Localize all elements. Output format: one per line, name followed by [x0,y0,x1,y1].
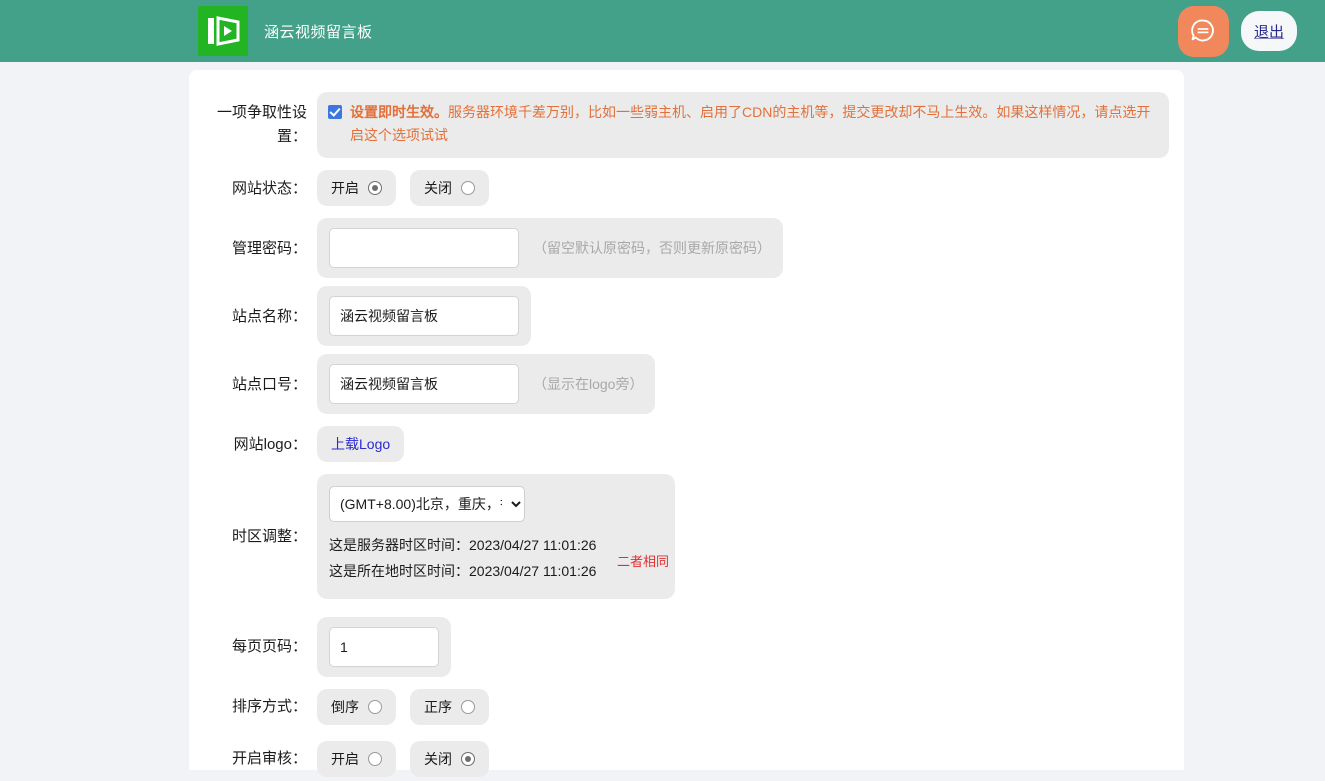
label-review: 开启审核： [189,747,307,770]
site-status-radio-on[interactable] [368,181,382,195]
row-site-status: 网站状态： 开启 关闭 [189,166,1184,210]
label-admin-password: 管理密码： [189,237,307,260]
upload-logo-label: 上载Logo [331,434,390,454]
admin-password-field-box: （留空默认原密码，否则更新原密码） [317,218,783,278]
label-site-logo: 网站logo： [189,433,307,456]
row-sort-order: 排序方式： 倒序 正序 [189,685,1184,729]
brand: 涵云视频留言板 [198,6,373,56]
row-page-size: 每页页码： [189,617,1184,677]
sort-order-radio-desc[interactable] [368,700,382,714]
review-radio-off[interactable] [461,752,475,766]
sort-order-option-desc[interactable]: 倒序 [317,689,396,725]
row-timezone: 时区调整： (GMT+8.00)北京，重庆，香 这是服务器时区时间：2023/0… [189,474,1184,599]
upload-logo-button[interactable]: 上载Logo [317,426,404,462]
label-timezone: 时区调整： [189,525,307,548]
label-site-slogan: 站点口号： [189,373,307,396]
review-option-on[interactable]: 开启 [317,741,396,777]
timezone-server-time: 这是服务器时区时间：2023/04/27 11:01:26 [329,533,661,559]
label-instant-effect: 一项争取性设置： [189,101,307,150]
timezone-select[interactable]: (GMT+8.00)北京，重庆，香 [329,486,525,522]
instant-effect-text: 设置即时生效。服务器环境千差万别，比如一些弱主机、启用了CDN的主机等，提交更改… [350,101,1155,147]
app-header: 涵云视频留言板 退出 [0,0,1325,62]
review-option-on-label: 开启 [331,749,359,769]
site-name-field-box [317,286,531,346]
site-slogan-input[interactable] [329,364,519,404]
site-status-option-off-label: 关闭 [424,178,452,198]
chat-bubble-icon[interactable] [1178,6,1229,57]
instant-effect-body: 服务器环境千差万别，比如一些弱主机、启用了CDN的主机等，提交更改却不马上生效。… [350,104,1150,143]
site-status-radio-off[interactable] [461,181,475,195]
row-site-logo: 网站logo： 上载Logo [189,422,1184,466]
sort-order-option-asc-label: 正序 [424,697,452,717]
instant-effect-notice: 设置即时生效。服务器环境千差万别，比如一些弱主机、启用了CDN的主机等，提交更改… [317,92,1169,158]
row-site-name: 站点名称： [189,286,1184,346]
site-name-input[interactable] [329,296,519,336]
row-site-slogan: 站点口号： （显示在logo旁） [189,354,1184,414]
site-status-option-off[interactable]: 关闭 [410,170,489,206]
row-instant-effect: 一项争取性设置： 设置即时生效。服务器环境千差万别，比如一些弱主机、启用了CDN… [189,92,1184,158]
label-site-name: 站点名称： [189,305,307,328]
instant-effect-checkbox[interactable] [328,105,342,119]
timezone-box: (GMT+8.00)北京，重庆，香 这是服务器时区时间：2023/04/27 1… [317,474,675,599]
site-slogan-field-box: （显示在logo旁） [317,354,655,414]
review-option-off-label: 关闭 [424,749,452,769]
label-page-size: 每页页码： [189,635,307,658]
logout-button[interactable]: 退出 [1241,11,1297,51]
row-review: 开启审核： 开启 关闭 [189,737,1184,781]
label-site-status: 网站状态： [189,177,307,200]
page-size-input[interactable] [329,627,439,667]
timezone-same-note: 二者相同 [617,551,669,570]
site-status-option-on-label: 开启 [331,178,359,198]
sort-order-radio-asc[interactable] [461,700,475,714]
row-admin-password: 管理密码： （留空默认原密码，否则更新原密码） [189,218,1184,278]
instant-effect-strong: 设置即时生效。 [350,104,448,120]
header-actions: 退出 [1178,0,1297,62]
review-radio-on[interactable] [368,752,382,766]
page-size-field-box [317,617,451,677]
label-sort-order: 排序方式： [189,695,307,718]
sort-order-option-asc[interactable]: 正序 [410,689,489,725]
site-status-option-on[interactable]: 开启 [317,170,396,206]
admin-password-hint: （留空默认原密码，否则更新原密码） [533,238,771,258]
timezone-local-time: 这是所在地时区时间：2023/04/27 11:01:26 [329,559,661,585]
brand-title: 涵云视频留言板 [264,21,373,42]
review-option-off[interactable]: 关闭 [410,741,489,777]
admin-password-input[interactable] [329,228,519,268]
play-flag-logo-icon [198,6,248,56]
settings-panel: 一项争取性设置： 设置即时生效。服务器环境千差万别，比如一些弱主机、启用了CDN… [189,70,1184,770]
sort-order-option-desc-label: 倒序 [331,697,359,717]
timezone-time-lines: 这是服务器时区时间：2023/04/27 11:01:26 这是所在地时区时间：… [329,533,661,585]
site-slogan-hint: （显示在logo旁） [533,374,643,394]
